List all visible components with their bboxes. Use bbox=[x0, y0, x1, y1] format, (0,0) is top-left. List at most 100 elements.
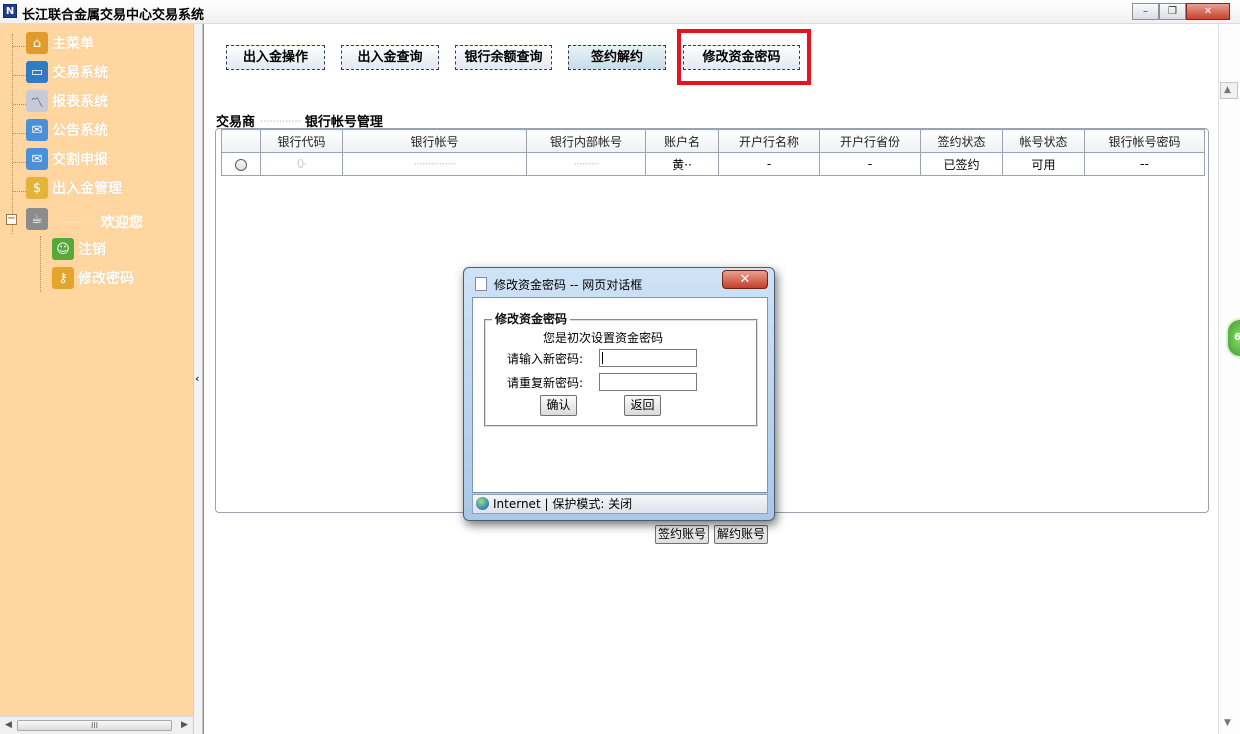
new-password-input[interactable] bbox=[599, 349, 697, 367]
sidebar-item-user[interactable]: ☕ bbox=[26, 206, 52, 232]
chevron-left-icon[interactable]: ‹ bbox=[195, 372, 200, 385]
tree-line bbox=[40, 236, 41, 292]
change-password-dialog: 修改资金密码 -- 网页对话框 ✕ 修改资金密码 您是初次设置资金密码 请输入新… bbox=[463, 267, 775, 521]
sidebar-item-delivery[interactable]: ✉ 交割申报 bbox=[26, 146, 108, 172]
sidebar-item-trading[interactable]: ▭ 交易系统 bbox=[26, 59, 108, 85]
tree-connector bbox=[13, 133, 26, 134]
collapse-toggle[interactable]: − bbox=[6, 214, 17, 225]
chevron-down-icon[interactable]: ▼ bbox=[1224, 718, 1231, 728]
column-header: 账户名 bbox=[645, 129, 719, 153]
monitor-icon: ▭ bbox=[26, 61, 48, 83]
dialog-close-button[interactable]: ✕ bbox=[722, 270, 768, 289]
column-header: 开户行名称 bbox=[718, 129, 820, 153]
home-icon: ⌂ bbox=[26, 32, 48, 54]
dialog-body: 修改资金密码 您是初次设置资金密码 请输入新密码: 请重复新密码: 确认 返回 bbox=[472, 297, 768, 493]
accounts-grid: 银行代码 银行帐号 银行内部帐号 账户名 开户行名称 开户行省份 签约状态 帐号… bbox=[221, 129, 1205, 176]
fieldset-legend: 修改资金密码 bbox=[492, 310, 571, 327]
sidebar-item-label: 报表系统 bbox=[52, 94, 108, 110]
column-header: 银行帐号密码 bbox=[1084, 129, 1205, 153]
repeat-password-label: 请重复新密码: bbox=[507, 376, 584, 390]
sidebar-item-label: 主菜单 bbox=[52, 36, 94, 52]
coins-icon: $ bbox=[26, 177, 48, 199]
key-icon: ⚷ bbox=[52, 267, 74, 289]
first-time-hint: 您是初次设置资金密码 bbox=[543, 331, 664, 345]
app-window: N 长江联合金属交易中心交易系统 – ❐ ✕ ⌂ 主菜单 ▭ 交易系统 〽 报表… bbox=[0, 0, 1240, 734]
page-icon bbox=[475, 277, 487, 291]
user-icon: ☺ bbox=[52, 238, 74, 260]
sidebar-horizontal-scrollbar[interactable]: ◀ III ▶ bbox=[0, 716, 193, 734]
new-password-label: 请输入新密码: bbox=[507, 352, 584, 366]
scroll-thumb[interactable]: III bbox=[17, 720, 172, 731]
bank-account-cell: ··············· bbox=[342, 152, 527, 176]
column-header: 签约状态 bbox=[920, 129, 1003, 153]
scroll-right-icon[interactable]: ▶ bbox=[181, 720, 188, 730]
column-header bbox=[221, 129, 261, 153]
window-title: 长江联合金属交易中心交易系统 bbox=[22, 8, 205, 23]
speech-bubble-icon: ✉ bbox=[26, 119, 48, 141]
tree-connector bbox=[13, 162, 26, 163]
highlight-box bbox=[677, 29, 811, 85]
sidebar-item-label: 公告系统 bbox=[52, 123, 108, 139]
confirm-button[interactable]: 确认 bbox=[540, 395, 577, 416]
tree-connector bbox=[13, 104, 26, 105]
sidebar-item-label: 修改密码 bbox=[78, 271, 134, 287]
sidebar-item-label: 注销 bbox=[78, 242, 106, 258]
vertical-scrollbar[interactable]: ▲ ▼ bbox=[1218, 24, 1240, 734]
cup-icon: ☕ bbox=[26, 208, 48, 230]
app-logo-icon: N bbox=[3, 4, 17, 18]
chart-icon: 〽 bbox=[26, 90, 48, 112]
deposit-query-button[interactable]: 出入金查询 bbox=[341, 45, 439, 70]
sidebar-item-announcements[interactable]: ✉ 公告系统 bbox=[26, 117, 108, 143]
account-name-cell: 黄·· bbox=[645, 152, 719, 176]
table-header-row: 银行代码 银行帐号 银行内部帐号 账户名 开户行名称 开户行省份 签约状态 帐号… bbox=[221, 129, 1205, 153]
column-header: 开户行省份 bbox=[819, 129, 921, 153]
sidebar: ⌂ 主菜单 ▭ 交易系统 〽 报表系统 ✉ 公告系统 ✉ 交割申报 $ 出入金管… bbox=[0, 24, 193, 716]
masked-username: ············· bbox=[56, 215, 102, 231]
minimize-button[interactable]: – bbox=[1132, 3, 1159, 20]
bank-balance-button[interactable]: 银行余额查询 bbox=[455, 45, 552, 70]
sidebar-item-change-password[interactable]: ⚷ 修改密码 bbox=[52, 265, 134, 291]
title-bar: N 长江联合金属交易中心交易系统 – ❐ ✕ bbox=[0, 0, 1240, 24]
sidebar-item-label: 出入金管理 bbox=[52, 181, 122, 197]
table-row[interactable]: 0· ··············· ········· 黄·· - - 已签约… bbox=[221, 152, 1205, 176]
pane-splitter[interactable]: ‹ bbox=[193, 24, 203, 734]
dialog-status-bar: Internet | 保护模式: 关闭 bbox=[472, 494, 768, 514]
sign-unsign-button[interactable]: 签约解约 bbox=[568, 45, 666, 70]
maximize-button[interactable]: ❐ bbox=[1159, 3, 1186, 20]
deposit-withdraw-button[interactable]: 出入金操作 bbox=[226, 45, 325, 70]
dialog-title: 修改资金密码 -- 网页对话框 bbox=[494, 278, 643, 292]
unsign-account-button[interactable]: 解约账号 bbox=[714, 525, 768, 544]
sidebar-item-funds[interactable]: $ 出入金管理 bbox=[26, 175, 122, 201]
close-button[interactable]: ✕ bbox=[1186, 3, 1230, 20]
column-header: 银行代码 bbox=[260, 129, 343, 153]
bank-code-cell: 0· bbox=[260, 152, 343, 176]
welcome-label: 欢迎您 bbox=[100, 215, 143, 231]
globe-icon bbox=[476, 497, 489, 510]
row-select-cell[interactable] bbox=[221, 152, 261, 176]
bank-password-cell: -- bbox=[1084, 152, 1205, 176]
repeat-password-input[interactable] bbox=[599, 373, 697, 391]
tree-connector bbox=[13, 191, 26, 192]
sidebar-item-label: 交易系统 bbox=[52, 65, 108, 81]
speech-bubble-icon: ✉ bbox=[26, 148, 48, 170]
sidebar-item-label: 交割申报 bbox=[52, 152, 108, 168]
scroll-left-icon[interactable]: ◀ bbox=[5, 720, 12, 730]
tree-line bbox=[12, 34, 13, 234]
sidebar-item-main-menu[interactable]: ⌂ 主菜单 bbox=[26, 30, 94, 56]
chevron-up-icon: ▲ bbox=[1224, 85, 1231, 95]
row-radio[interactable] bbox=[235, 158, 247, 171]
column-header: 帐号状态 bbox=[1002, 129, 1085, 153]
welcome-text: ·············欢迎您 bbox=[56, 212, 143, 232]
column-header: 银行内部帐号 bbox=[526, 129, 646, 153]
bank-branch-cell: - bbox=[718, 152, 820, 176]
column-header: 银行帐号 bbox=[342, 129, 527, 153]
internal-account-cell: ········· bbox=[526, 152, 646, 176]
sign-account-button[interactable]: 签约账号 bbox=[655, 525, 709, 544]
sidebar-item-reports[interactable]: 〽 报表系统 bbox=[26, 88, 108, 114]
tree-connector bbox=[13, 75, 26, 76]
account-status-cell: 可用 bbox=[1002, 152, 1085, 176]
floating-badge[interactable]: 6. bbox=[1226, 318, 1240, 358]
window-controls: – ❐ ✕ bbox=[1132, 3, 1230, 20]
sidebar-item-logout[interactable]: ☺ 注销 bbox=[52, 236, 106, 262]
back-button[interactable]: 返回 bbox=[624, 395, 661, 416]
